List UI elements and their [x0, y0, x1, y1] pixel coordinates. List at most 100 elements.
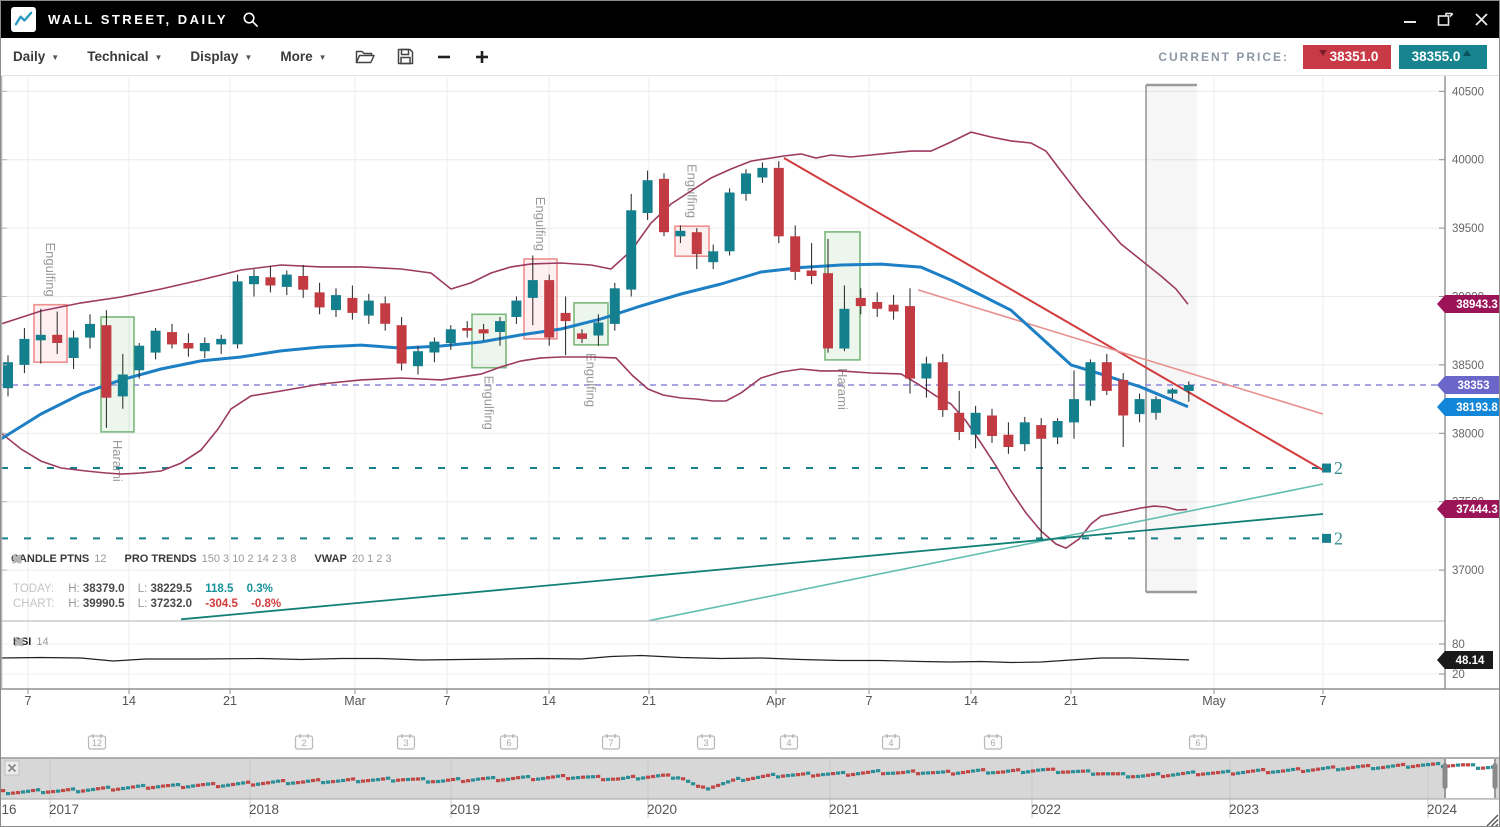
- svg-text:May: May: [1202, 694, 1226, 708]
- date-axis: 71421Mar71421Apr71421May7: [25, 689, 1327, 708]
- candle: [1069, 399, 1079, 422]
- candle: [380, 303, 390, 324]
- open-folder-icon[interactable]: [355, 49, 375, 65]
- svg-text:38193.8: 38193.8: [1456, 402, 1498, 414]
- stats-today-row: TODAY: H: 38379.0 L: 38229.5 118.5 0.3%: [13, 582, 291, 597]
- highlight-region[interactable]: [1146, 85, 1197, 592]
- main-chart-canvas[interactable]: 22EngulfingHaramiEngulfingEngulfingEngul…: [1, 1, 1500, 827]
- svg-text:7: 7: [1320, 694, 1327, 708]
- candle: [528, 280, 538, 298]
- candle: [216, 339, 226, 345]
- close-icon[interactable]: [13, 636, 25, 648]
- candle: [511, 301, 521, 317]
- calendar-icon[interactable]: 6: [501, 734, 518, 749]
- svg-text:38500: 38500: [1452, 360, 1484, 372]
- calendar-icon[interactable]: 2: [296, 734, 313, 749]
- candle: [626, 210, 636, 289]
- year-label: 2018: [249, 802, 279, 817]
- candle: [839, 309, 849, 349]
- svg-text:4: 4: [786, 738, 791, 748]
- menu-more[interactable]: More ▼: [280, 49, 326, 64]
- svg-text:Mar: Mar: [344, 694, 366, 708]
- candle: [1102, 362, 1112, 391]
- candle: [1167, 390, 1177, 394]
- chevron-down-icon: ▼: [51, 53, 59, 62]
- candle: [19, 339, 29, 365]
- svg-text:48.14: 48.14: [1456, 655, 1485, 667]
- candle: [446, 329, 456, 343]
- close-icon[interactable]: [11, 553, 23, 565]
- svg-text:40000: 40000: [1452, 155, 1484, 167]
- indicator-rsi: RSI 14: [13, 636, 49, 648]
- calendar-icon[interactable]: 4: [883, 734, 900, 749]
- price-badge: 37444.3: [1437, 500, 1500, 518]
- candle: [692, 232, 702, 254]
- svg-text:2: 2: [1334, 458, 1343, 478]
- candle: [3, 362, 13, 388]
- menu-daily[interactable]: Daily ▼: [13, 49, 59, 64]
- stats-chart-row: CHART: H: 39990.5 L: 37232.0 -304.5 -0.8…: [13, 597, 291, 612]
- svg-text:2: 2: [301, 738, 306, 748]
- candle: [495, 321, 505, 332]
- resize-grip[interactable]: [1487, 815, 1498, 827]
- search-icon[interactable]: [242, 11, 259, 28]
- candle: [36, 335, 46, 341]
- candle: [331, 295, 341, 310]
- candle: [987, 416, 997, 437]
- candle: [1184, 385, 1194, 391]
- save-icon[interactable]: [397, 48, 414, 65]
- calendar-icon[interactable]: 7: [603, 734, 620, 749]
- calendar-icon[interactable]: 6: [985, 734, 1002, 749]
- svg-text:80: 80: [1452, 639, 1465, 651]
- svg-text:21: 21: [223, 694, 237, 708]
- pattern-label: Engulfing: [533, 197, 548, 251]
- svg-text:37000: 37000: [1452, 565, 1484, 577]
- candle: [462, 328, 472, 331]
- minimize-button[interactable]: [1403, 13, 1417, 27]
- svg-text:37444.3: 37444.3: [1456, 504, 1498, 516]
- candle: [905, 306, 915, 379]
- candle: [823, 273, 833, 348]
- candle: [69, 338, 79, 359]
- svg-text:6: 6: [1195, 738, 1200, 748]
- svg-text:14: 14: [122, 694, 136, 708]
- candles: [3, 161, 1194, 538]
- indicator-legend: CANDLE PTNS 12 PRO TRENDS 150 3 10 2 14 …: [11, 553, 392, 565]
- arrow-up-icon: [1463, 50, 1471, 56]
- chevron-down-icon: ▼: [244, 53, 252, 62]
- svg-text:7: 7: [444, 694, 451, 708]
- calendar-icon[interactable]: 3: [398, 734, 415, 749]
- pattern-label: Harami: [110, 440, 125, 482]
- candle: [1118, 380, 1128, 416]
- zoom-out-button[interactable]: [436, 49, 452, 65]
- candle: [298, 276, 308, 290]
- svg-text:6: 6: [506, 738, 511, 748]
- pattern-label: Harami: [835, 368, 850, 410]
- candle: [1053, 421, 1063, 437]
- menu-display[interactable]: Display ▼: [190, 49, 252, 64]
- support-level-marker: 2: [1322, 528, 1343, 548]
- menu-technical[interactable]: Technical ▼: [87, 49, 162, 64]
- close-button[interactable]: [1474, 12, 1489, 27]
- current-price-label: CURRENT PRICE:: [1158, 50, 1289, 64]
- navigator-close-button[interactable]: [5, 761, 19, 775]
- calendar-icon[interactable]: 12: [89, 734, 106, 749]
- popout-button[interactable]: [1437, 12, 1454, 27]
- candle: [347, 298, 357, 313]
- candle: [643, 180, 653, 213]
- candle: [856, 298, 866, 306]
- year-label: 2017: [49, 802, 79, 817]
- arrow-down-icon: [1319, 50, 1327, 56]
- candle: [200, 343, 210, 351]
- window-title: WALL STREET, DAILY: [48, 12, 228, 27]
- svg-text:38353: 38353: [1458, 380, 1490, 392]
- zoom-in-button[interactable]: [474, 49, 490, 65]
- indicator-pro-trends: PRO TRENDS 150 3 10 2 14 2 3 8: [124, 553, 296, 565]
- calendar-icon[interactable]: 4: [781, 734, 798, 749]
- navigator-track[interactable]: [1, 758, 1500, 799]
- trend-line-uptrend-light[interactable]: [649, 484, 1323, 621]
- calendar-icon[interactable]: 6: [1190, 734, 1207, 749]
- moving-average-line: [1, 264, 1188, 439]
- pattern-box-engulfing[interactable]: [34, 305, 67, 363]
- calendar-icon[interactable]: 3: [698, 734, 715, 749]
